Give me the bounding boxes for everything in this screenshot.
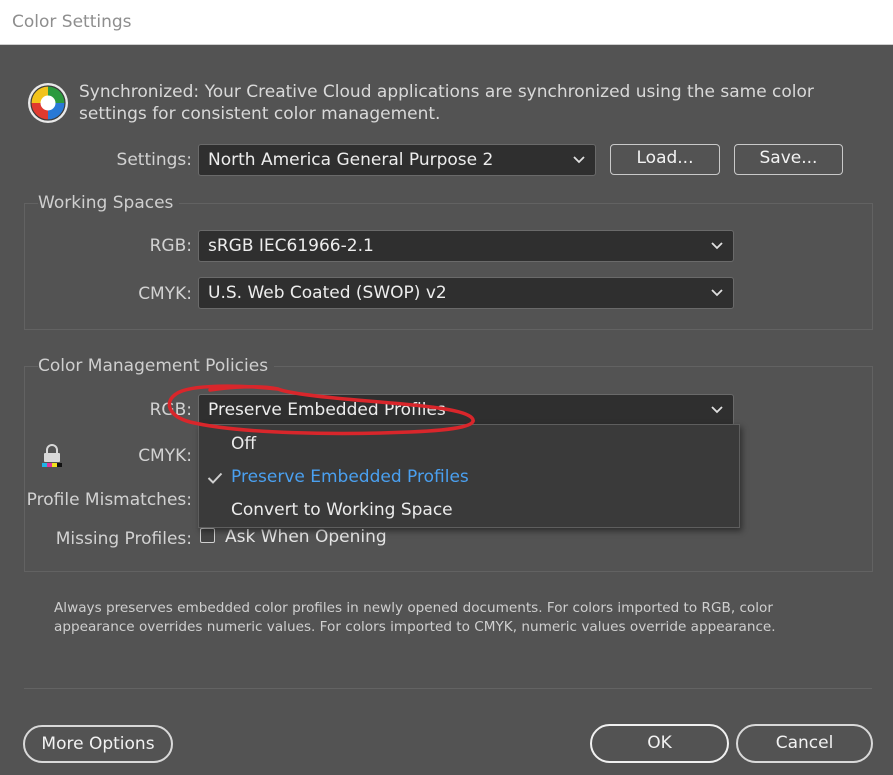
title-bar: Color Settings bbox=[0, 0, 893, 45]
policy-cmyk-label: CMYK: bbox=[138, 446, 192, 466]
working-cmyk-value: U.S. Web Coated (SWOP) v2 bbox=[208, 283, 447, 303]
lock-icon[interactable] bbox=[40, 443, 64, 469]
more-options-button[interactable]: More Options bbox=[23, 725, 173, 763]
chevron-down-icon bbox=[711, 289, 723, 297]
profile-mismatches-label: Profile Mismatches: bbox=[26, 490, 192, 510]
working-rgb-value: sRGB IEC61966-2.1 bbox=[208, 236, 374, 256]
settings-select[interactable]: North America General Purpose 2 bbox=[198, 144, 596, 176]
save-button[interactable]: Save... bbox=[734, 144, 843, 175]
settings-select-value: North America General Purpose 2 bbox=[208, 150, 494, 170]
chevron-down-icon bbox=[711, 242, 723, 250]
settings-label: Settings: bbox=[116, 150, 192, 170]
checkmark-icon bbox=[207, 472, 223, 484]
sync-message: Synchronized: Your Creative Cloud applic… bbox=[79, 82, 814, 124]
working-cmyk-select[interactable]: U.S. Web Coated (SWOP) v2 bbox=[198, 277, 734, 309]
window-title: Color Settings bbox=[12, 12, 132, 32]
ask-when-opening-checkbox[interactable] bbox=[200, 528, 215, 543]
divider bbox=[24, 688, 872, 689]
description-text: Always preserves embedded color profiles… bbox=[54, 600, 776, 635]
cancel-button[interactable]: Cancel bbox=[736, 724, 873, 763]
ask-when-opening-label[interactable]: Ask When Opening bbox=[225, 527, 387, 547]
working-rgb-label: RGB: bbox=[149, 236, 192, 256]
working-cmyk-label: CMYK: bbox=[138, 284, 192, 304]
red-annotation-circle bbox=[167, 384, 475, 436]
working-rgb-select[interactable]: sRGB IEC61966-2.1 bbox=[198, 230, 734, 262]
chevron-down-icon bbox=[711, 406, 723, 414]
color-wheel-icon bbox=[28, 83, 68, 123]
working-spaces-group bbox=[24, 203, 873, 330]
menu-item-preserve-embedded-profiles[interactable]: Preserve Embedded Profiles bbox=[231, 467, 469, 487]
ok-button[interactable]: OK bbox=[590, 724, 729, 763]
missing-profiles-label: Missing Profiles: bbox=[55, 529, 192, 549]
chevron-down-icon bbox=[573, 156, 585, 164]
policies-title: Color Management Policies bbox=[38, 356, 275, 376]
load-button[interactable]: Load... bbox=[610, 144, 720, 175]
working-spaces-title: Working Spaces bbox=[38, 193, 180, 213]
menu-item-convert-to-working-space[interactable]: Convert to Working Space bbox=[231, 500, 453, 520]
